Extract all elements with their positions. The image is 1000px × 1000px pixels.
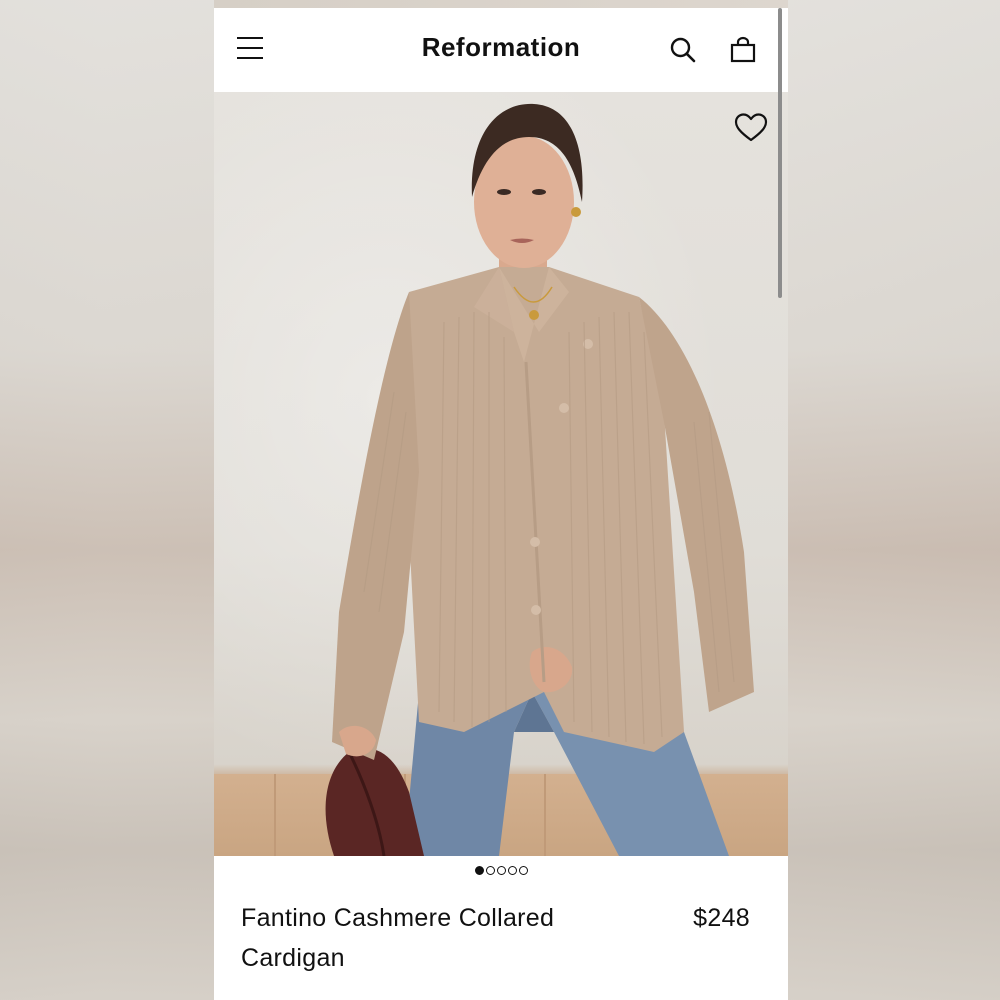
background-blur-left [0,0,214,1000]
carousel-dot-3[interactable] [496,866,506,875]
site-header: Reformation [214,8,788,92]
brand-logo[interactable]: Reformation [214,32,788,63]
mobile-screen: Reformation Fantino Cashmere Collared Ca… [214,8,788,1000]
search-icon[interactable] [669,36,697,64]
scrollbar[interactable] [778,8,782,298]
carousel-dot-1[interactable] [474,866,484,875]
image-carousel-indicator [214,866,788,878]
product-image[interactable] [214,92,788,856]
carousel-dot-2[interactable] [485,866,495,875]
carousel-dot-4[interactable] [507,866,517,875]
heart-outline-icon[interactable] [734,112,768,144]
model-illustration [325,103,754,856]
carousel-dot-5[interactable] [518,866,528,875]
shopping-bag-icon[interactable] [729,36,757,64]
background-blur-right [788,0,1000,1000]
product-title: Fantino Cashmere Collared Cardigan [241,904,555,972]
product-price: $248 [693,904,750,932]
